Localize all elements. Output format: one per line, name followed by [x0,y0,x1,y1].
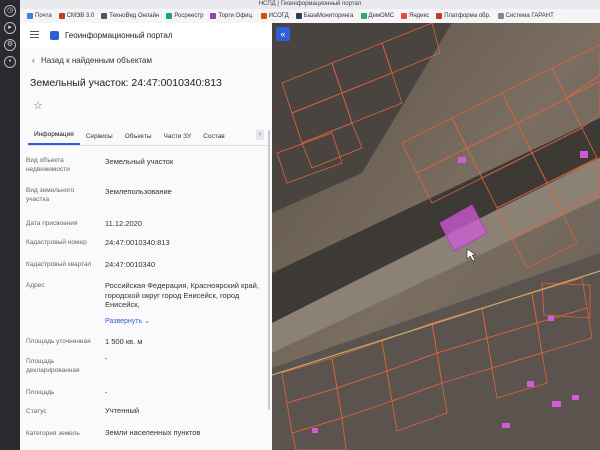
tabs-scroll-right-icon[interactable]: › [256,130,264,140]
bookmark-favicon-icon [27,13,33,19]
info-panel: ‹ Назад к найденным объектам Земельный у… [20,47,272,450]
prop-label-assign-date: Дата присвоения [26,220,78,227]
expand-address-link[interactable]: Развернуть ⌄ [105,317,265,327]
bookmark-label: Система ГАРАНТ [505,13,554,19]
prop-label-cadastral-quarter: Кадастровый квартал [26,261,92,268]
chevron-down-icon: ⌄ [144,318,150,325]
app-header: Геоинформационный портал [20,23,272,48]
parcel-title: Земельный участок: 24:47:0010340:813 [30,77,222,89]
prop-label-cadastral-number: Кадастровый номер [26,239,87,246]
browser-side-toolbar: ◷ ▸ ⚙ • [0,0,20,450]
prop-value-cadastral-quarter: 24:47:0010340 [105,260,156,269]
tab-objects[interactable]: Объекты [119,133,158,145]
collapse-panel-button[interactable]: « [276,27,290,41]
bookmark-item[interactable]: Росреестр [166,13,203,19]
prop-value-area-refined: 1 500 кв. м [105,337,143,346]
expand-link-label: Развернуть [105,318,143,325]
app-title: Геоинформационный портал [65,30,173,40]
settings-icon[interactable]: ⚙ [4,39,16,51]
bookmark-label: Росреестр [174,13,204,19]
prop-value-land-category: Земли населенных пунктов [105,428,201,437]
tab-composition[interactable]: Состав [197,133,231,145]
prop-value-assign-date: 11.12.2020 [105,219,142,228]
prop-value-area: - [105,388,108,397]
bookmark-favicon-icon [401,13,408,19]
bookmark-favicon-icon [101,13,108,19]
bookmark-favicon-icon [166,13,173,19]
bookmark-item[interactable]: ДемОМС [360,13,395,19]
bookmark-item[interactable]: СМЭВ 3.0 [58,13,95,19]
bookmark-favicon-icon [295,13,302,19]
bookmark-label: ТехноВед Онлайн [109,13,160,19]
prop-value-address: Российская Федерация, Красноярский край,… [105,281,259,309]
bookmark-label: СМЭВ 3.0 [66,13,95,19]
bookmark-favicon-icon [360,13,367,19]
bookmark-label: Яндекс [409,13,430,19]
prop-label-area: Площадь [26,389,55,396]
bookmark-item[interactable]: Торги Офиц. [210,13,254,19]
prop-value-area-declared: - [105,354,108,363]
bookmark-item[interactable]: Система ГАРАНТ [497,13,554,19]
bookmark-item[interactable]: Почта [27,13,52,19]
panel-scrollbar[interactable] [268,130,270,410]
bookmark-favicon-icon [210,13,217,19]
prop-value-status: Учтенный [105,406,140,415]
prop-value-parcel-type: Землепользование [105,187,172,196]
portal-logo-icon [50,30,59,40]
history-icon[interactable]: ◷ [4,5,16,17]
bookmark-item[interactable]: Яндекс [401,13,429,19]
bookmark-item[interactable]: БазаМониторинга [295,13,354,19]
prop-label-address: Адрес [26,282,45,289]
tab-parts[interactable]: Части ЗУ [158,133,198,145]
window-title: НСПД | Геоинформационный портал [20,0,600,9]
bookmark-favicon-icon [436,13,443,19]
bookmark-label: Торги Офиц. [218,13,254,19]
tab-services[interactable]: Сервисы [80,133,119,145]
bookmark-label: ИСОГД [268,13,289,19]
back-to-results-link[interactable]: ‹ Назад к найденным объектам [32,55,152,65]
bookmark-item[interactable]: Платформа обр. [436,13,491,19]
bookmarks-bar: Почта СМЭВ 3.0 ТехноВед Онлайн Росреестр Тор… [20,9,600,24]
back-link-label: Назад к найденным объектам [41,55,152,65]
prop-label-area-refined: Площадь уточненная [26,338,91,345]
play-icon[interactable]: ▸ [4,22,16,34]
bookmark-favicon-icon [497,13,504,19]
bookmark-label: Почта [35,13,52,19]
prop-value-cadastral-number: 24:47:0010340:813 [105,238,170,247]
highlighted-parcel-small [458,157,466,163]
prop-value-object-type: Земельный участок [105,157,174,166]
bookmark-favicon-icon [58,13,65,19]
prop-label-land-category: Категория земель [26,430,80,437]
chevron-left-icon: ‹ [32,55,35,65]
bookmark-item[interactable]: ИСОГД [260,13,289,19]
prop-label-status: Статус [26,408,47,415]
bookmark-label: ДемОМС [368,13,395,19]
bookmark-item[interactable]: ТехноВед Онлайн [101,13,159,19]
bookmark-label: Платформа обр. [444,13,491,19]
map-canvas[interactable] [272,23,600,450]
bookmark-favicon-icon [260,13,267,19]
tabs-bar: Информация Сервисы Объекты Части ЗУ Сост… [28,127,268,145]
map-view[interactable]: « [272,23,600,450]
prop-label-object-type: Вид объекта недвижимости [26,157,70,173]
menu-icon[interactable] [30,31,39,40]
highlighted-parcel-small [580,151,588,158]
tabs-divider [28,145,268,146]
favorite-star-icon[interactable]: ☆ [33,99,43,112]
bookmark-label: БазаМониторинга [303,13,354,19]
pin-icon[interactable]: • [4,56,16,68]
tab-info[interactable]: Информация [28,131,80,145]
prop-label-parcel-type: Вид земельного участка [26,187,75,203]
prop-label-area-declared: Площадь декларированная [26,358,80,374]
